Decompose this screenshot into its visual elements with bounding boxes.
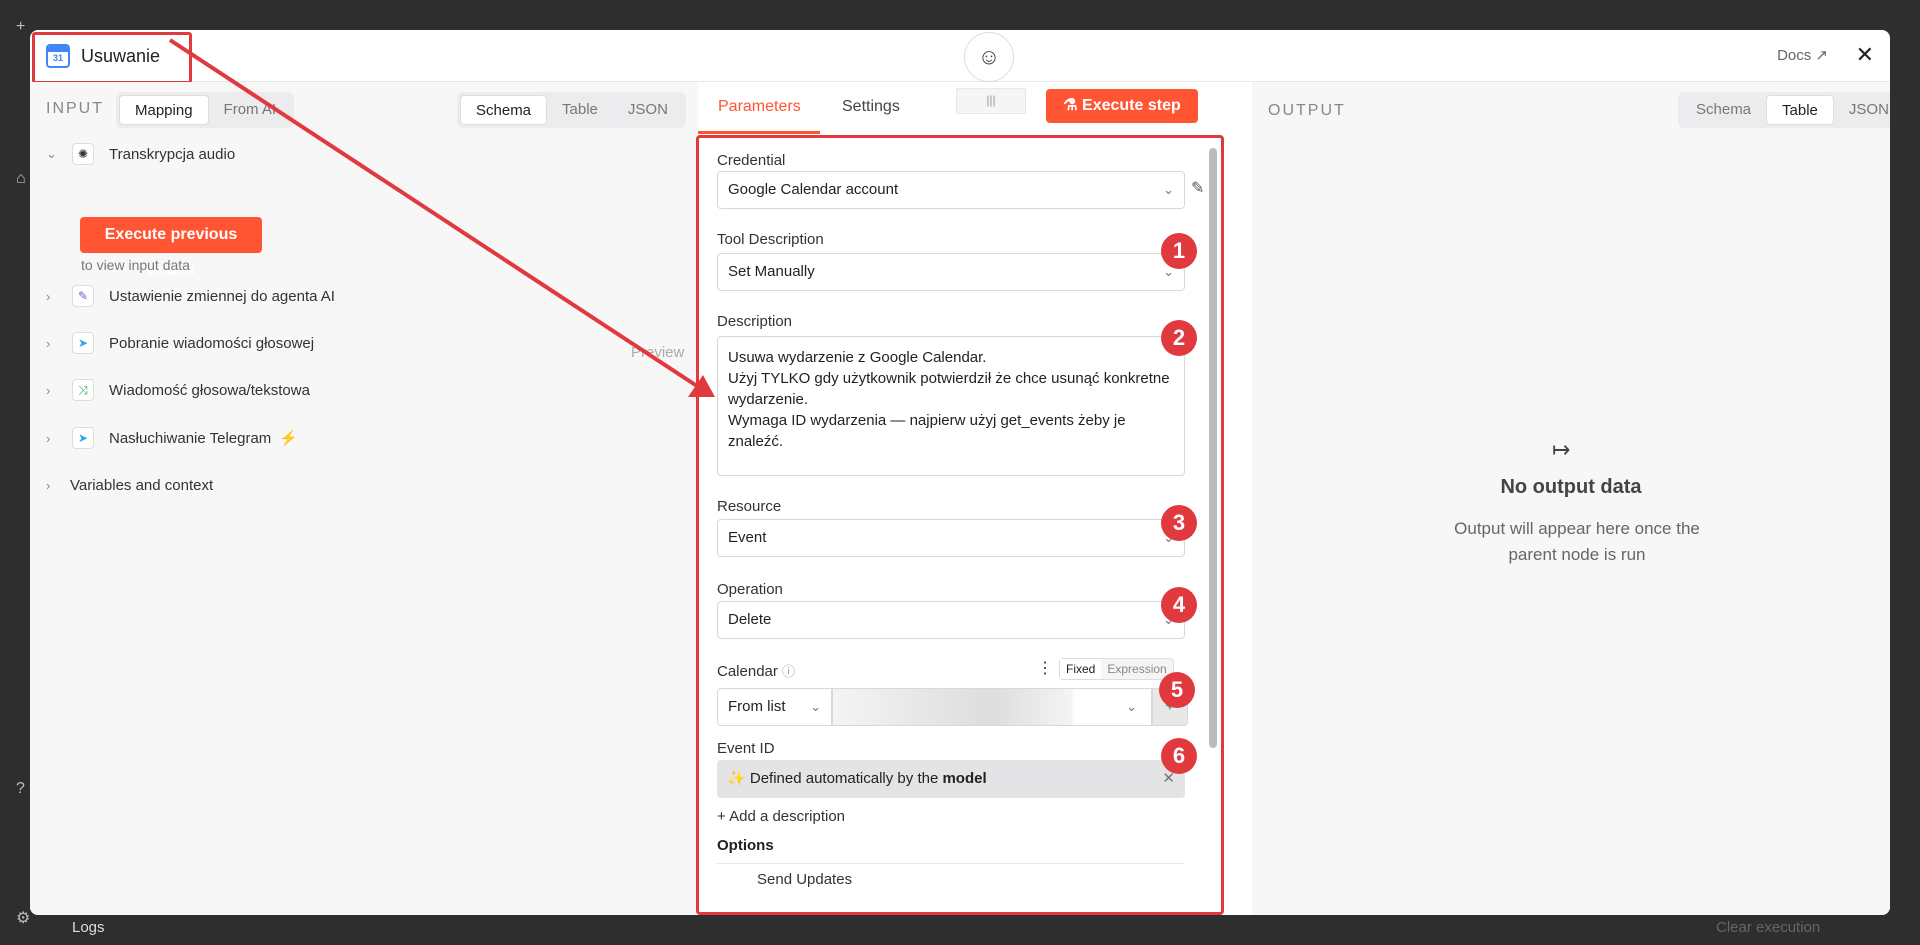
node-modal: 31 Usuwanie Docs ↗ ✕ INPUT Mapping From …: [30, 30, 1890, 915]
preview-label[interactable]: Preview: [631, 344, 684, 361]
annotation-badge-6: 6: [1161, 738, 1197, 774]
tool-description-select[interactable]: Set Manually ⌄: [717, 253, 1185, 291]
calendar-label: Calendar ⓘ: [717, 663, 796, 680]
sparkle-icon: ✨: [727, 770, 746, 787]
pencil-icon[interactable]: ✎: [1191, 178, 1204, 198]
fixed-option[interactable]: Fixed: [1060, 659, 1102, 679]
parameters-panel: Parameters Settings ⚗ Execute step Crede…: [696, 82, 1252, 915]
fixed-expression-toggle[interactable]: Fixed Expression: [1059, 658, 1174, 680]
input-mode-tabs: Mapping From AI: [116, 92, 295, 128]
no-output-subtitle: Output will appear here once the parent …: [1454, 519, 1700, 564]
tab-settings[interactable]: Settings: [842, 98, 900, 116]
description-textarea[interactable]: Usuwa wydarzenie z Google Calendar. Użyj…: [717, 336, 1185, 476]
clear-execution-button[interactable]: Clear execution: [1716, 919, 1820, 936]
to-view-hint: to view input data: [81, 257, 190, 273]
tab-json[interactable]: JSON: [613, 95, 683, 125]
google-calendar-icon: 31: [46, 44, 70, 68]
node-label: Wiadomość głosowa/tekstowa: [109, 381, 310, 399]
tree-node-ustawienie[interactable]: › ✎ Ustawienie zmiennej do agenta AI: [46, 284, 335, 308]
chevron-down-icon: ⌄: [1163, 182, 1174, 197]
node-title[interactable]: Usuwanie: [81, 46, 160, 67]
chevron-right-icon: ›: [46, 288, 51, 304]
operation-select[interactable]: Delete⌄: [717, 601, 1185, 639]
robot-icon[interactable]: ☺: [964, 32, 1014, 82]
variables-label: Variables and context: [70, 476, 214, 494]
output-panel: OUTPUT Schema Table JSON ↦ No output dat…: [1252, 82, 1890, 915]
chevron-down-icon: ⌄: [46, 146, 57, 161]
tab-schema[interactable]: Schema: [1681, 95, 1766, 125]
tab-mapping[interactable]: Mapping: [119, 95, 209, 125]
expression-option[interactable]: Expression: [1101, 659, 1172, 679]
tab-table[interactable]: Table: [547, 95, 613, 125]
drag-handle[interactable]: |||: [956, 88, 1026, 114]
add-description-link[interactable]: + Add a description: [717, 808, 845, 825]
tree-variables-context[interactable]: › Variables and context: [46, 473, 213, 497]
tab-json[interactable]: JSON: [1834, 95, 1890, 125]
output-arrow-icon: ↦: [1552, 437, 1571, 462]
tree-node-wiadomosc[interactable]: › ⤨ Wiadomość głosowa/tekstowa: [46, 378, 310, 402]
resource-select[interactable]: Event⌄: [717, 519, 1185, 557]
node-label: Transkrypcja audio: [109, 145, 236, 163]
switch-icon: ⤨: [72, 379, 94, 401]
bottom-bar: Logs Clear execution: [0, 913, 1920, 945]
tree-node-nasluchiwanie[interactable]: › ➤ Nasłuchiwanie Telegram ⚡: [46, 426, 298, 450]
chevron-right-icon: ›: [46, 430, 51, 446]
chevron-right-icon: ›: [46, 382, 51, 398]
tree-node-transkrypcja[interactable]: ⌄ ✺ Transkrypcja audio: [46, 142, 235, 166]
close-icon[interactable]: ✕: [1856, 42, 1874, 68]
tool-description-label: Tool Description: [717, 231, 824, 248]
tab-from-ai[interactable]: From AI: [209, 95, 292, 125]
scrollbar[interactable]: [1209, 148, 1217, 748]
output-view-tabs: Schema Table JSON: [1678, 92, 1890, 128]
event-id-label: Event ID: [717, 740, 775, 757]
tab-schema[interactable]: Schema: [460, 95, 548, 125]
lightning-icon: ⚡: [279, 430, 298, 447]
credential-select[interactable]: Google Calendar account ⌄: [717, 171, 1185, 209]
chevron-right-icon: ›: [46, 335, 51, 351]
active-tab-underline: [698, 131, 820, 134]
annotation-badge-1: 1: [1161, 233, 1197, 269]
openai-icon: ✺: [72, 143, 94, 165]
send-updates-label[interactable]: Send Updates: [757, 871, 852, 888]
description-label: Description: [717, 313, 793, 330]
annotation-badge-4: 4: [1161, 587, 1197, 623]
annotation-badge-3: 3: [1161, 505, 1197, 541]
more-options-icon[interactable]: ⋮: [1037, 658, 1053, 678]
edit-icon: ✎: [72, 285, 94, 307]
telegram-icon: ➤: [72, 427, 94, 449]
credential-label: Credential: [717, 152, 786, 169]
tab-parameters[interactable]: Parameters: [718, 98, 801, 116]
annotation-badge-5: 5: [1159, 672, 1195, 708]
execute-previous-nodes-button[interactable]: Execute previous nodes: [80, 217, 262, 279]
chevron-right-icon: ›: [46, 477, 51, 493]
input-label: INPUT: [46, 100, 104, 117]
modal-header: 31 Usuwanie Docs ↗ ✕: [30, 30, 1890, 84]
operation-label: Operation: [717, 581, 783, 598]
input-panel: INPUT Mapping From AI Schema Table JSON …: [30, 82, 698, 915]
resource-label: Resource: [717, 498, 782, 515]
divider: [717, 863, 1185, 864]
node-label: Nasłuchiwanie Telegram: [109, 429, 272, 447]
help-icon[interactable]: ⓘ: [782, 664, 795, 679]
logs-label[interactable]: Logs: [72, 919, 105, 936]
calendar-mode-select[interactable]: From list ⌄: [717, 688, 832, 726]
no-output-title: No output data: [1500, 476, 1642, 498]
tree-node-pobranie[interactable]: › ➤ Pobranie wiadomości głosowej: [46, 331, 314, 355]
node-label: Pobranie wiadomości głosowej: [109, 334, 315, 352]
tab-table[interactable]: Table: [1766, 95, 1834, 125]
input-view-tabs: Schema Table JSON: [457, 92, 686, 128]
chevron-down-icon: ⌄: [810, 699, 821, 714]
docs-link[interactable]: Docs ↗: [1777, 46, 1828, 64]
calendar-select-blurred[interactable]: ⌄: [832, 688, 1152, 726]
execute-step-button[interactable]: ⚗ Execute step: [1046, 89, 1198, 123]
event-id-auto-field[interactable]: ✨ Defined automatically by the model ✕: [717, 760, 1185, 798]
output-label: OUTPUT: [1268, 102, 1346, 119]
options-heading: Options: [717, 837, 774, 854]
chevron-down-icon: ⌄: [1126, 699, 1137, 714]
node-label: Ustawienie zmiennej do agenta AI: [109, 287, 335, 305]
annotation-badge-2: 2: [1161, 320, 1197, 356]
parameters-annotation-box: Credential Google Calendar account ⌄ ✎ To…: [696, 135, 1224, 915]
telegram-icon: ➤: [72, 332, 94, 354]
